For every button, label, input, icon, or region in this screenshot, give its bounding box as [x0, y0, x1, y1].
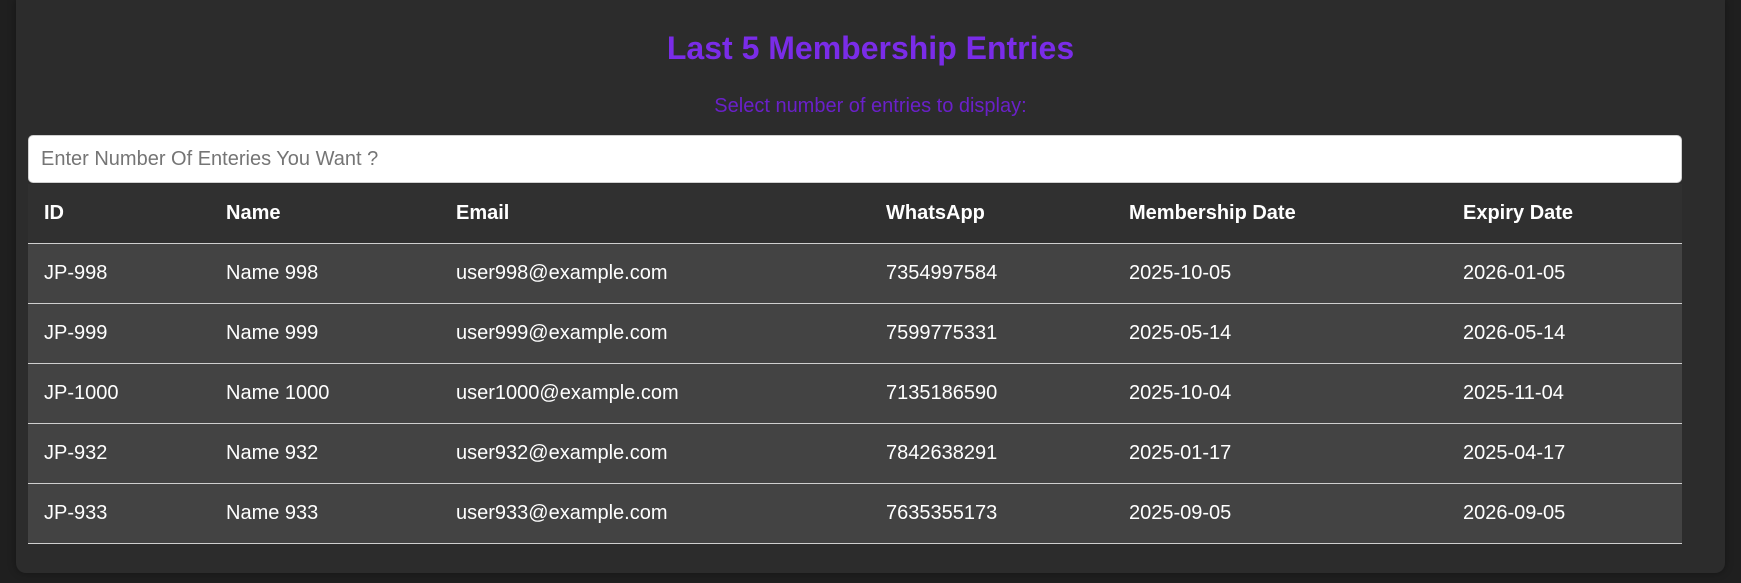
cell-email: user1000@example.com	[440, 363, 870, 424]
membership-table: ID Name Email WhatsApp Membership Date E…	[28, 184, 1682, 544]
entries-count-label: Select number of entries to display:	[714, 95, 1027, 117]
table-row: JP-998 Name 998 user998@example.com 7354…	[28, 243, 1682, 304]
table-header-row: ID Name Email WhatsApp Membership Date E…	[28, 184, 1682, 244]
cell-membership-date: 2025-10-05	[1113, 243, 1447, 304]
column-header-expiry-date: Expiry Date	[1447, 184, 1682, 244]
column-header-id: ID	[28, 184, 210, 244]
cell-expiry-date: 2025-11-04	[1447, 363, 1682, 424]
cell-id: JP-1000	[28, 363, 210, 424]
table-row: JP-933 Name 933 user933@example.com 7635…	[28, 483, 1682, 544]
cell-expiry-date: 2026-01-05	[1447, 243, 1682, 304]
cell-id: JP-932	[28, 423, 210, 484]
cell-expiry-date: 2026-09-05	[1447, 483, 1682, 544]
cell-name: Name 932	[210, 423, 440, 484]
entries-count-input[interactable]	[28, 135, 1682, 183]
cell-name: Name 999	[210, 303, 440, 364]
table-row: JP-932 Name 932 user932@example.com 7842…	[28, 423, 1682, 484]
cell-expiry-date: 2025-04-17	[1447, 423, 1682, 484]
table-row: JP-1000 Name 1000 user1000@example.com 7…	[28, 363, 1682, 424]
cell-membership-date: 2025-09-05	[1113, 483, 1447, 544]
cell-email: user932@example.com	[440, 423, 870, 484]
cell-whatsapp: 7842638291	[870, 423, 1113, 484]
cell-whatsapp: 7635355173	[870, 483, 1113, 544]
cell-membership-date: 2025-05-14	[1113, 303, 1447, 364]
cell-name: Name 933	[210, 483, 440, 544]
cell-name: Name 1000	[210, 363, 440, 424]
cell-whatsapp: 7354997584	[870, 243, 1113, 304]
cell-email: user999@example.com	[440, 303, 870, 364]
column-header-membership-date: Membership Date	[1113, 184, 1447, 244]
cell-email: user998@example.com	[440, 243, 870, 304]
page-title: Last 5 Membership Entries	[666, 30, 1075, 66]
column-header-whatsapp: WhatsApp	[870, 184, 1113, 244]
column-header-name: Name	[210, 184, 440, 244]
table-row: JP-999 Name 999 user999@example.com 7599…	[28, 303, 1682, 364]
cell-id: JP-999	[28, 303, 210, 364]
column-header-email: Email	[440, 184, 870, 244]
cell-membership-date: 2025-10-04	[1113, 363, 1447, 424]
cell-id: JP-933	[28, 483, 210, 544]
cell-membership-date: 2025-01-17	[1113, 423, 1447, 484]
cell-id: JP-998	[28, 243, 210, 304]
cell-whatsapp: 7599775331	[870, 303, 1113, 364]
cell-email: user933@example.com	[440, 483, 870, 544]
cell-whatsapp: 7135186590	[870, 363, 1113, 424]
cell-expiry-date: 2026-05-14	[1447, 303, 1682, 364]
cell-name: Name 998	[210, 243, 440, 304]
